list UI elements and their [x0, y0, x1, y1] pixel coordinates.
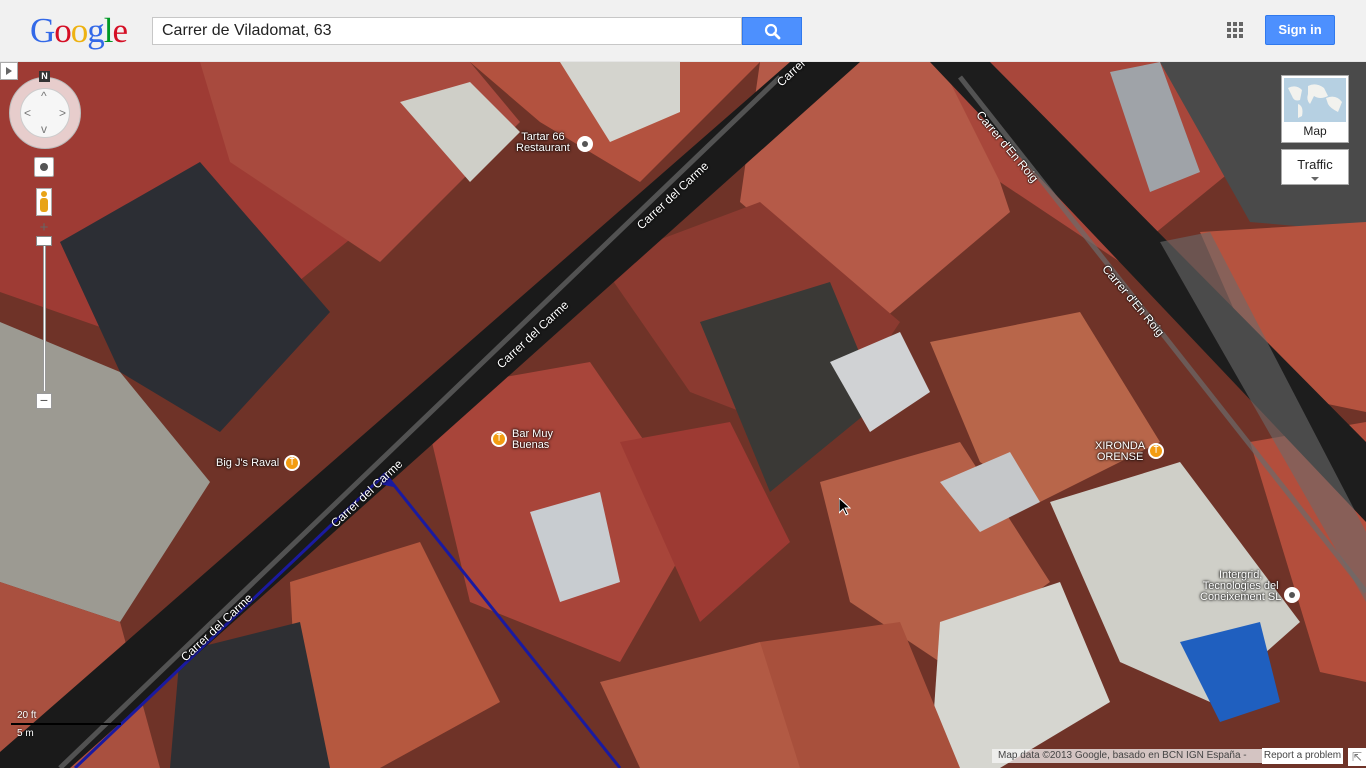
- world-map-thumbnail: [1284, 78, 1346, 122]
- apps-grid-icon[interactable]: [1227, 22, 1243, 38]
- search-input[interactable]: Carrer de Viladomat, 63: [152, 17, 742, 45]
- sign-in-button[interactable]: Sign in: [1265, 15, 1335, 45]
- logo-letter: e: [112, 11, 129, 50]
- restaurant-icon[interactable]: [1148, 443, 1164, 459]
- place-name-line: Coneixement SL: [1200, 591, 1282, 603]
- search-icon: [764, 23, 781, 40]
- satellite-imagery: [0, 62, 1366, 768]
- chevron-down-icon: [1311, 177, 1319, 181]
- pan-control[interactable]: ^ < > v: [9, 77, 81, 149]
- compass-icon: N: [39, 71, 50, 82]
- place-label[interactable]: XIRONDA ORENSE: [1095, 441, 1145, 463]
- side-panel-toggle[interactable]: [0, 62, 18, 80]
- mouse-cursor-icon: [839, 498, 851, 516]
- scale-meters-label: 5 m: [17, 728, 34, 739]
- pan-right-arrow-icon[interactable]: >: [59, 107, 66, 119]
- traffic-button[interactable]: Traffic: [1281, 149, 1349, 185]
- place-label[interactable]: Big J's Raval: [216, 458, 279, 469]
- logo-letter: o: [70, 11, 88, 50]
- pan-left-arrow-icon[interactable]: <: [24, 107, 31, 119]
- place-name-line: Restaurant: [516, 142, 570, 154]
- traffic-label: Traffic: [1297, 157, 1333, 172]
- place-label[interactable]: Intergrid, Tecnologies del Coneixement S…: [1200, 570, 1281, 603]
- zoom-slider-track[interactable]: [43, 240, 46, 392]
- zoom-slider-handle[interactable]: [36, 236, 52, 246]
- place-name-line: Big J's Raval: [216, 457, 280, 469]
- zoom-out-button[interactable]: −: [36, 393, 52, 409]
- place-dot-icon[interactable]: [1284, 587, 1300, 603]
- restaurant-icon[interactable]: [284, 455, 300, 471]
- rotate-button[interactable]: [34, 157, 54, 177]
- pegman-icon[interactable]: [36, 188, 52, 216]
- place-name-line: ORENSE: [1096, 451, 1144, 463]
- logo-letter: g: [87, 11, 104, 50]
- logo-letter: G: [30, 11, 55, 50]
- place-name-line: Buenas: [512, 439, 550, 451]
- logo-letter: o: [54, 11, 71, 50]
- scale-line: [11, 723, 121, 725]
- logo-letter: l: [103, 11, 114, 50]
- search-button[interactable]: [742, 17, 802, 45]
- restaurant-icon[interactable]: [491, 431, 507, 447]
- map-type-button[interactable]: Map: [1281, 75, 1349, 143]
- pan-up-arrow-icon[interactable]: ^: [41, 90, 47, 102]
- zoom-in-button[interactable]: +: [36, 220, 52, 236]
- scale-feet-label: 20 ft: [17, 710, 37, 721]
- place-label[interactable]: Bar Muy Buenas: [512, 429, 553, 451]
- map-type-label: Map: [1303, 124, 1327, 138]
- place-label[interactable]: Tartar 66 Restaurant: [516, 132, 570, 154]
- google-logo[interactable]: Google: [30, 11, 129, 51]
- world-map-icon: [1284, 78, 1346, 122]
- place-dot-icon[interactable]: [577, 136, 593, 152]
- header-bar: Google Carrer de Viladomat, 63 Sign in: [0, 0, 1366, 62]
- report-problem-link[interactable]: Report a problem: [1262, 748, 1343, 764]
- expand-arrow-icon[interactable]: ⇱: [1348, 748, 1366, 766]
- pan-down-arrow-icon[interactable]: v: [41, 123, 47, 135]
- scale-bar: 20 ft 5 m: [9, 710, 121, 740]
- map-attribution: Map data ©2013 Google, basado en BCN IGN…: [992, 749, 1262, 763]
- map-canvas[interactable]: Carrer del Carme Carrer del Carme Carrer…: [0, 62, 1366, 768]
